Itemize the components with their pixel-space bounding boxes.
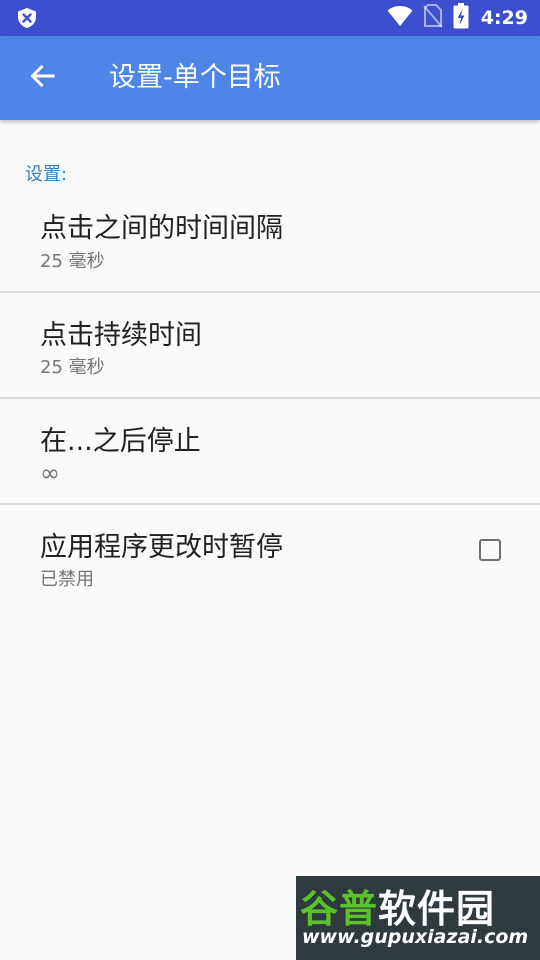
setting-summary: 25 毫秒 (40, 357, 105, 378)
setting-summary: 25 毫秒 (40, 251, 105, 272)
app-bar: 设置-单个目标 (0, 36, 540, 120)
setting-click-interval[interactable]: 点击之间的时间间隔 25 毫秒 (0, 186, 540, 292)
watermark-logo: 谷普软件园 www.gupuxiazai.com (296, 876, 540, 960)
page-title: 设置-单个目标 (109, 62, 281, 93)
battery-charging-icon (453, 3, 469, 33)
setting-title: 点击持续时间 (40, 320, 202, 351)
watermark-brand: 谷普软件园 (300, 887, 496, 931)
no-sim-icon (422, 4, 443, 32)
shield-close-icon (16, 7, 38, 29)
setting-stop-after[interactable]: 在...之后停止 ∞ (0, 399, 540, 503)
pause-checkbox[interactable] (479, 539, 501, 561)
status-time: 4:29 (480, 7, 528, 29)
back-button[interactable] (22, 58, 62, 98)
setting-summary: ∞ (40, 459, 60, 487)
setting-title: 在...之后停止 (40, 426, 201, 457)
setting-title: 点击之间的时间间隔 (40, 213, 283, 244)
setting-click-duration[interactable]: 点击持续时间 25 毫秒 (0, 293, 540, 397)
setting-summary: 已禁用 (40, 569, 94, 590)
watermark-url: www.gupuxiazai.com (302, 926, 529, 948)
status-bar: 4:29 (0, 0, 540, 36)
wifi-icon (387, 5, 413, 31)
arrow-back-icon (29, 63, 55, 93)
setting-pause-on-app-change[interactable]: 应用程序更改时暂停 已禁用 (0, 505, 540, 609)
setting-title: 应用程序更改时暂停 (40, 532, 283, 563)
status-icons: 4:29 (387, 0, 528, 36)
section-header: 设置: (25, 164, 68, 185)
